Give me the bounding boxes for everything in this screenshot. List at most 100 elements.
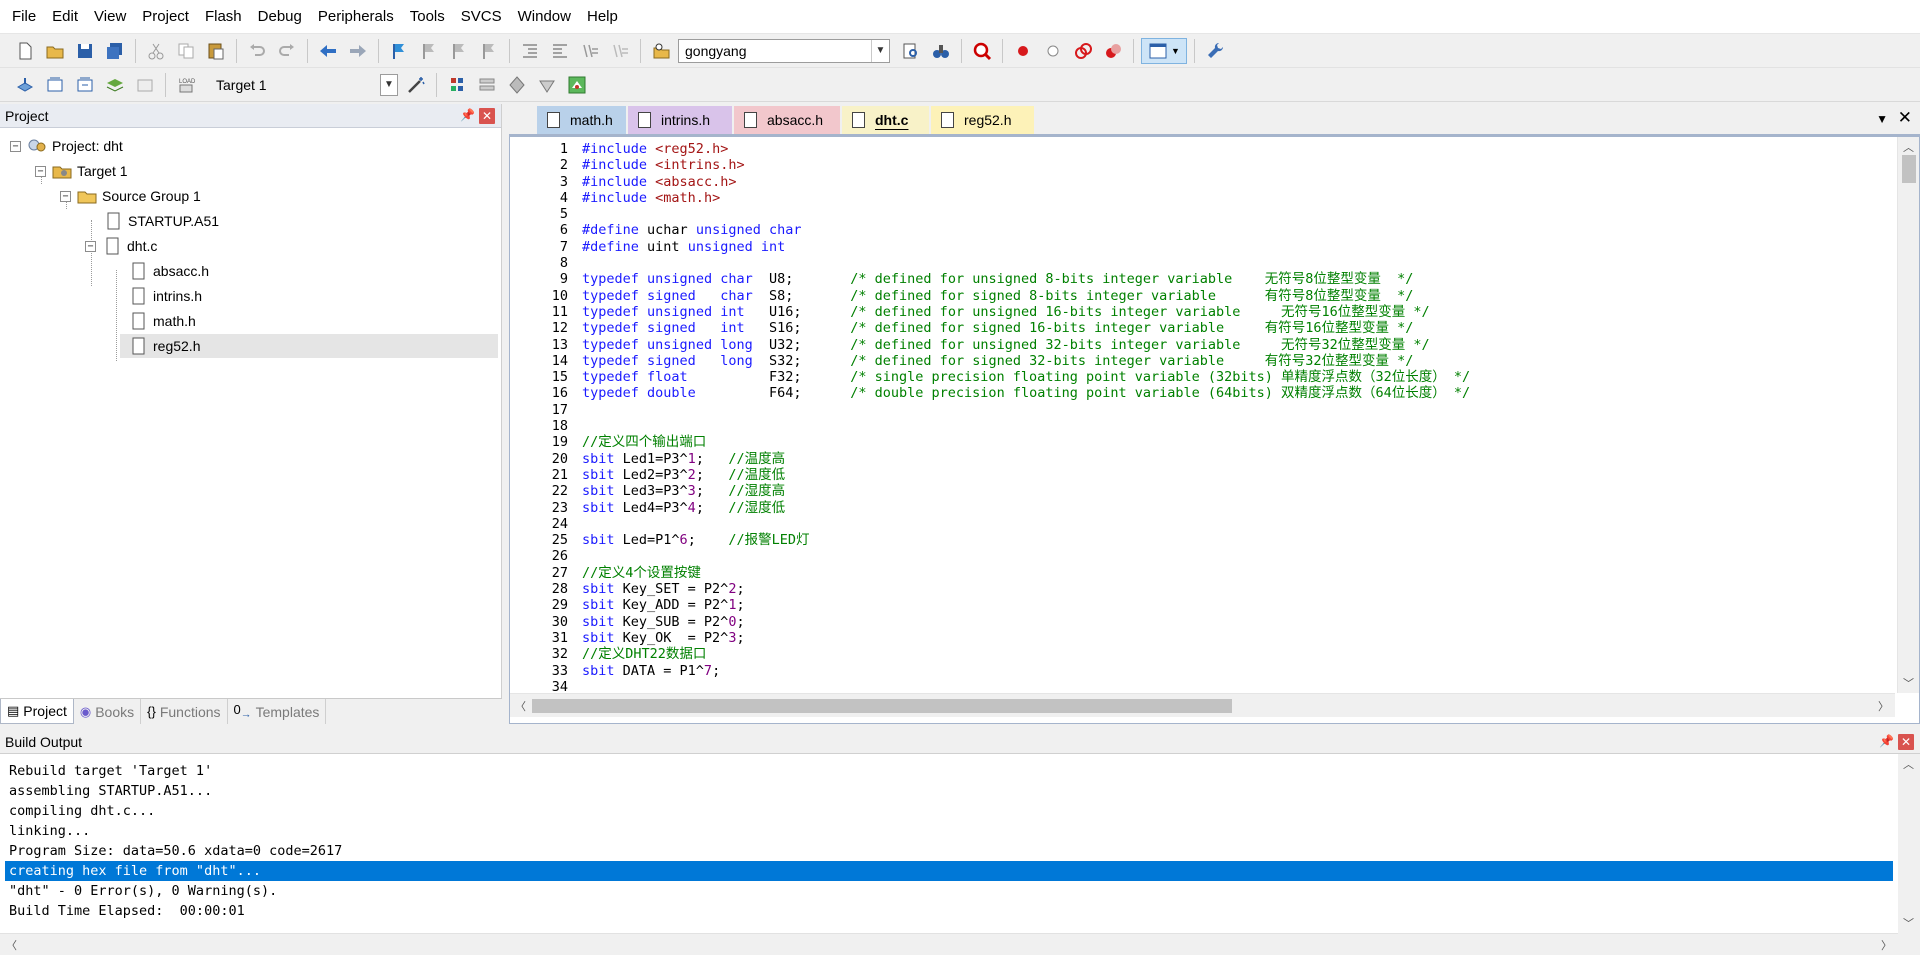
save-all-button[interactable]: [102, 38, 128, 64]
code-line[interactable]: 17: [510, 402, 1895, 418]
cut-button[interactable]: [143, 38, 169, 64]
code-line[interactable]: 16 typedef double F64; /* double precisio…: [510, 385, 1895, 401]
tree-node-startup[interactable]: STARTUP.A51: [103, 209, 219, 233]
target-select[interactable]: Target 1 ▼: [209, 73, 399, 97]
navigate-forward-button[interactable]: [345, 38, 371, 64]
menu-flash[interactable]: Flash: [197, 0, 250, 34]
select-packs-button[interactable]: [474, 72, 500, 98]
paste-button[interactable]: [203, 38, 229, 64]
build-output-line[interactable]: "dht" - 0 Error(s), 0 Warning(s).: [5, 881, 1893, 901]
target-options-button[interactable]: [403, 72, 429, 98]
debug-session-button[interactable]: [969, 38, 995, 64]
incremental-find-button[interactable]: [928, 38, 954, 64]
code-line[interactable]: 29 sbit Key_ADD = P2^1;: [510, 597, 1895, 613]
code-line[interactable]: 9 typedef unsigned char U8; /* defined fo…: [510, 271, 1895, 287]
build-output-line[interactable]: linking...: [5, 821, 1893, 841]
editor-tab-intrins-h[interactable]: intrins.h: [628, 106, 732, 134]
tab-list-dropdown-icon[interactable]: ▼: [1876, 112, 1888, 126]
tree-node-dhtc[interactable]: − dht.c: [85, 234, 157, 258]
scroll-down-icon[interactable]: ﹀: [1903, 675, 1914, 691]
find-button[interactable]: [898, 38, 924, 64]
find-in-files-button[interactable]: [648, 38, 674, 64]
code-line[interactable]: 15 typedef float F32; /* single precision…: [510, 369, 1895, 385]
scroll-right-icon[interactable]: 〉: [1881, 937, 1892, 953]
code-line[interactable]: 6 #define uchar unsigned char: [510, 222, 1895, 238]
menu-file[interactable]: File: [4, 0, 44, 34]
tree-node-absacc[interactable]: absacc.h: [128, 259, 209, 283]
uncomment-button[interactable]: [607, 38, 633, 64]
scroll-down-icon[interactable]: ﹀: [1903, 915, 1914, 931]
code-line[interactable]: 12 typedef signed int S16; /* defined for…: [510, 320, 1895, 336]
insert-bookmark-button[interactable]: [386, 38, 412, 64]
code-line[interactable]: 28 sbit Key_SET = P2^2;: [510, 581, 1895, 597]
find-combo[interactable]: gongyang ▼: [678, 38, 890, 63]
tree-node-project[interactable]: − Project: dht: [10, 134, 123, 158]
tree-node-math[interactable]: math.h: [128, 309, 196, 333]
insert-breakpoint-button[interactable]: [1010, 38, 1036, 64]
menu-svcs[interactable]: SVCS: [453, 0, 510, 34]
tab-books[interactable]: ◉ Books: [74, 699, 142, 724]
open-file-button[interactable]: [42, 38, 68, 64]
tree-node-source-group[interactable]: − Source Group 1: [60, 184, 201, 208]
collapse-toggle[interactable]: −: [35, 165, 46, 177]
code-line[interactable]: 19 //定义四个输出端口: [510, 434, 1895, 450]
code-line[interactable]: 24: [510, 516, 1895, 532]
vertical-scrollbar[interactable]: ︿ ﹀: [1897, 137, 1919, 693]
code-line[interactable]: 22 sbit Led3=P3^3; //湿度高: [510, 483, 1895, 499]
window-layout-button[interactable]: ▼: [1141, 37, 1187, 64]
close-icon[interactable]: ✕: [1898, 734, 1914, 750]
menu-tools[interactable]: Tools: [402, 0, 453, 34]
menu-peripherals[interactable]: Peripherals: [310, 0, 402, 34]
comment-button[interactable]: [577, 38, 603, 64]
code-line[interactable]: 14 typedef signed long S32; /* defined fo…: [510, 353, 1895, 369]
tree-node-target[interactable]: − Target 1: [35, 159, 128, 183]
code-line[interactable]: 5: [510, 206, 1895, 222]
code-line[interactable]: 30 sbit Key_SUB = P2^0;: [510, 614, 1895, 630]
kill-all-breakpoints-button[interactable]: [1100, 38, 1126, 64]
collapse-toggle[interactable]: −: [60, 190, 71, 202]
scroll-left-icon[interactable]: 〈: [6, 937, 17, 953]
tab-project[interactable]: ▤ Project: [0, 699, 74, 724]
new-file-button[interactable]: [12, 38, 38, 64]
code-line[interactable]: 13 typedef unsigned long U32; /* defined …: [510, 337, 1895, 353]
scroll-left-icon[interactable]: 〈: [515, 698, 526, 714]
build-output-line[interactable]: creating hex file from "dht"...: [5, 861, 1893, 881]
batch-build-button[interactable]: [102, 72, 128, 98]
redo-button[interactable]: [274, 38, 300, 64]
scrollbar-thumb[interactable]: [532, 699, 1232, 713]
build-output-text[interactable]: Rebuild target 'Target 1' assembling STAR…: [5, 761, 1893, 921]
stop-build-button[interactable]: [132, 72, 158, 98]
save-button[interactable]: [72, 38, 98, 64]
build-horizontal-scrollbar[interactable]: 〈 〉: [0, 933, 1898, 955]
code-line[interactable]: 21 sbit Led2=P3^2; //温度低: [510, 467, 1895, 483]
menu-debug[interactable]: Debug: [250, 0, 310, 34]
clear-bookmarks-button[interactable]: [476, 38, 502, 64]
code-line[interactable]: 10 typedef signed char S8; /* defined for…: [510, 288, 1895, 304]
build-output-line[interactable]: Program Size: data=50.6 xdata=0 code=261…: [5, 841, 1893, 861]
code-line[interactable]: 1 #include <reg52.h>: [510, 141, 1895, 157]
build-output-line[interactable]: Build Time Elapsed: 00:00:01: [5, 901, 1893, 921]
chevron-down-icon[interactable]: ▼: [380, 73, 398, 96]
copy-button[interactable]: [173, 38, 199, 64]
manage-project-items-button[interactable]: [444, 72, 470, 98]
close-icon[interactable]: ✕: [479, 108, 495, 124]
build-button[interactable]: [42, 72, 68, 98]
build-output-line[interactable]: compiling dht.c...: [5, 801, 1893, 821]
indent-button[interactable]: [517, 38, 543, 64]
undo-button[interactable]: [244, 38, 270, 64]
menu-help[interactable]: Help: [579, 0, 626, 34]
code-line[interactable]: 11 typedef unsigned int U16; /* defined f…: [510, 304, 1895, 320]
editor-tab-math-h[interactable]: math.h: [537, 106, 626, 134]
tab-functions[interactable]: {} Functions: [141, 699, 228, 724]
chevron-down-icon[interactable]: ▼: [871, 39, 889, 62]
manage-components-button[interactable]: [564, 72, 590, 98]
navigate-back-button[interactable]: [315, 38, 341, 64]
collapse-toggle[interactable]: −: [85, 240, 96, 252]
collapse-toggle[interactable]: −: [10, 140, 21, 152]
configure-button[interactable]: [1202, 38, 1228, 64]
code-line[interactable]: 25 sbit Led=P1^6; //报警LED灯: [510, 532, 1895, 548]
rebuild-button[interactable]: [72, 72, 98, 98]
disable-all-breakpoints-button[interactable]: [1070, 38, 1096, 64]
editor-tab-dht-c[interactable]: dht.c: [842, 106, 929, 134]
code-line[interactable]: 2 #include <intrins.h>: [510, 157, 1895, 173]
